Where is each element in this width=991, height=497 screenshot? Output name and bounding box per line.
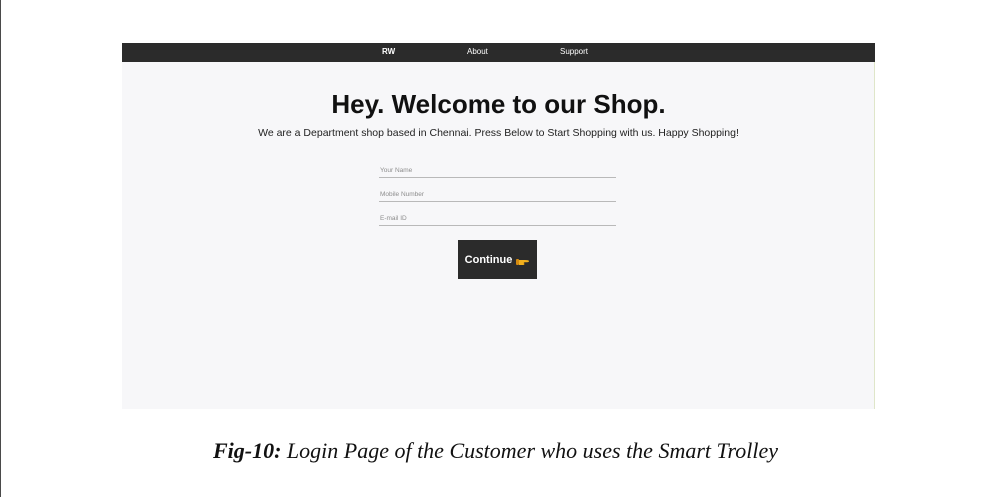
top-navbar: RW About Support: [122, 43, 875, 62]
welcome-subtitle: We are a Department shop based in Chenna…: [258, 127, 739, 139]
continue-button[interactable]: Continue: [458, 240, 537, 279]
figure-caption-text: Login Page of the Customer who uses the …: [281, 438, 779, 463]
nav-brand-link[interactable]: RW: [382, 47, 395, 57]
page-border: [0, 0, 1, 497]
continue-button-label: Continue: [464, 253, 513, 266]
nav-about-link[interactable]: About: [467, 47, 488, 57]
login-page-screenshot: RW About Support Hey. Welcome to our Sho…: [122, 43, 875, 409]
email-field[interactable]: [379, 208, 616, 226]
pointing-hand-icon: [516, 256, 530, 266]
welcome-title: Hey. Welcome to our Shop.: [331, 89, 666, 119]
name-field[interactable]: [379, 160, 616, 178]
nav-support-link[interactable]: Support: [560, 47, 588, 57]
figure-caption-label: Fig-10:: [212, 438, 282, 463]
figure-caption: Fig-10: Login Page of the Customer who u…: [0, 437, 991, 465]
mobile-number-field[interactable]: [379, 184, 616, 202]
